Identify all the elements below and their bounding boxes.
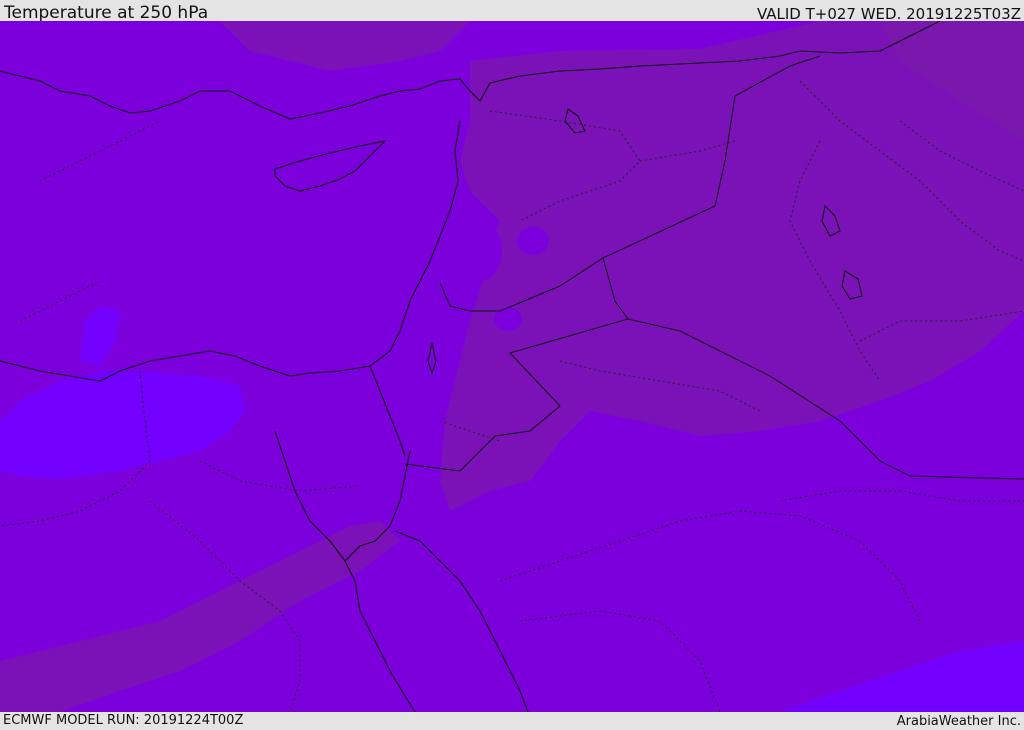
map-area[interactable] — [0, 21, 1024, 712]
credit-label: ArabiaWeather Inc. — [896, 714, 1021, 729]
temperature-map — [0, 21, 1024, 712]
header-bar: Temperature at 250 hPa VALID T+027 WED. … — [0, 0, 1024, 23]
model-run-label: ECMWF MODEL RUN: 20191224T00Z — [3, 713, 244, 728]
footer-bar: ECMWF MODEL RUN: 20191224T00Z ArabiaWeat… — [0, 712, 1024, 729]
map-title: Temperature at 250 hPa — [4, 3, 209, 23]
field-cold-blob-3 — [458, 221, 502, 281]
field-cold-blob-1 — [517, 227, 549, 255]
